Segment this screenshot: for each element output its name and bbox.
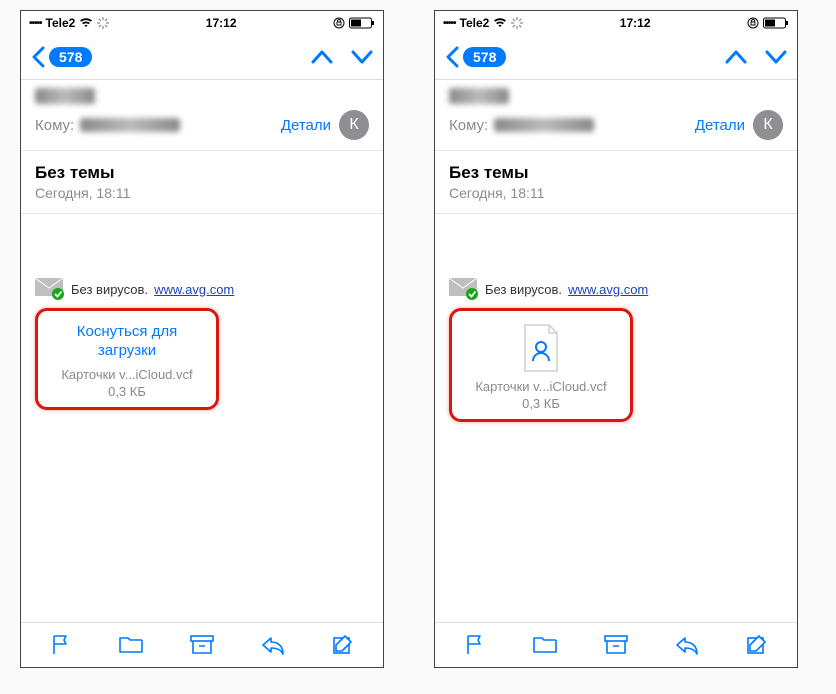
reply-button[interactable]	[674, 633, 700, 657]
battery-icon	[349, 17, 375, 29]
sender-row[interactable]	[35, 88, 369, 104]
virus-text: Без вирусов.	[71, 282, 148, 297]
attachment-filename: Карточки v...iCloud.vcf	[460, 379, 622, 394]
tap-label-line2: загрузки	[46, 342, 208, 361]
attachment-filename: Карточки v...iCloud.vcf	[46, 367, 208, 382]
tap-label-line1: Коснуться для	[46, 323, 208, 342]
move-button[interactable]	[532, 633, 558, 657]
avatar[interactable]: К	[339, 110, 369, 140]
archive-button[interactable]	[603, 633, 629, 657]
status-bar: ••••• Tele2 17:12	[21, 11, 383, 35]
move-button[interactable]	[118, 633, 144, 657]
flag-button[interactable]	[49, 633, 73, 657]
bottom-toolbar	[21, 622, 383, 667]
date-label: Сегодня, 18:11	[449, 185, 783, 201]
inbox-badge: 578	[463, 47, 506, 67]
envelope-check-icon	[35, 278, 65, 300]
clock-label: 17:12	[206, 16, 237, 30]
virus-text: Без вирусов.	[485, 282, 562, 297]
signal-dots-icon: •••••	[29, 18, 42, 29]
envelope-check-icon	[449, 278, 479, 300]
attachment-tap-to-download[interactable]: Коснуться для загрузки Карточки v...iClo…	[35, 308, 219, 410]
sender-name-blurred	[35, 88, 95, 104]
virus-scan-row: Без вирусов. www.avg.com	[449, 278, 783, 300]
subject-label: Без темы	[449, 163, 783, 183]
details-link[interactable]: Детали	[695, 117, 745, 134]
recipient-name-blurred	[80, 118, 180, 132]
recipient-name-blurred	[494, 118, 594, 132]
subject-label: Без темы	[35, 163, 369, 183]
chevron-left-icon	[445, 46, 459, 68]
prev-message-button[interactable]	[311, 48, 333, 66]
signal-dots-icon: •••••	[443, 18, 456, 29]
back-button[interactable]: 578	[445, 46, 506, 68]
wifi-icon	[493, 18, 507, 28]
archive-button[interactable]	[189, 633, 215, 657]
subject-block: Без темы Сегодня, 18:11	[21, 151, 383, 214]
clock-label: 17:12	[620, 16, 651, 30]
virus-link[interactable]: www.avg.com	[568, 282, 648, 297]
attachment-filesize: 0,3 КБ	[46, 384, 208, 399]
avatar[interactable]: К	[753, 110, 783, 140]
message-body: Без вирусов. www.avg.com Коснуться для з…	[21, 214, 383, 622]
flag-button[interactable]	[463, 633, 487, 657]
message-header: Кому: Детали К	[435, 80, 797, 151]
orientation-lock-icon	[747, 17, 759, 29]
next-message-button[interactable]	[765, 48, 787, 66]
recipient-row[interactable]: Кому: Детали К	[449, 110, 783, 140]
wifi-icon	[79, 18, 93, 28]
next-message-button[interactable]	[351, 48, 373, 66]
loading-icon	[97, 17, 109, 29]
nav-bar: 578	[435, 35, 797, 80]
compose-button[interactable]	[745, 633, 769, 657]
sender-name-blurred	[449, 88, 509, 104]
recipient-row[interactable]: Кому: Детали К	[35, 110, 369, 140]
reply-button[interactable]	[260, 633, 286, 657]
message-body: Без вирусов. www.avg.com Карточки v...iC…	[435, 214, 797, 622]
battery-icon	[763, 17, 789, 29]
bottom-toolbar	[435, 622, 797, 667]
attachment-downloaded[interactable]: Карточки v...iCloud.vcf 0,3 КБ	[449, 308, 633, 422]
virus-scan-row: Без вирусов. www.avg.com	[35, 278, 369, 300]
details-link[interactable]: Детали	[281, 117, 331, 134]
carrier-label: Tele2	[460, 16, 490, 30]
inbox-badge: 578	[49, 47, 92, 67]
message-header: Кому: Детали К	[21, 80, 383, 151]
date-label: Сегодня, 18:11	[35, 185, 369, 201]
to-label: Кому:	[35, 117, 74, 134]
attachment-filesize: 0,3 КБ	[460, 396, 622, 411]
to-label: Кому:	[449, 117, 488, 134]
phone-screen-left: ••••• Tele2 17:12 578 Кому: Детали К	[20, 10, 384, 668]
virus-link[interactable]: www.avg.com	[154, 282, 234, 297]
compose-button[interactable]	[331, 633, 355, 657]
vcard-file-icon	[521, 323, 561, 373]
chevron-left-icon	[31, 46, 45, 68]
loading-icon	[511, 17, 523, 29]
prev-message-button[interactable]	[725, 48, 747, 66]
status-bar: ••••• Tele2 17:12	[435, 11, 797, 35]
phone-screen-right: ••••• Tele2 17:12 578 Кому: Детали К	[434, 10, 798, 668]
orientation-lock-icon	[333, 17, 345, 29]
carrier-label: Tele2	[46, 16, 76, 30]
subject-block: Без темы Сегодня, 18:11	[435, 151, 797, 214]
nav-bar: 578	[21, 35, 383, 80]
sender-row[interactable]	[449, 88, 783, 104]
back-button[interactable]: 578	[31, 46, 92, 68]
